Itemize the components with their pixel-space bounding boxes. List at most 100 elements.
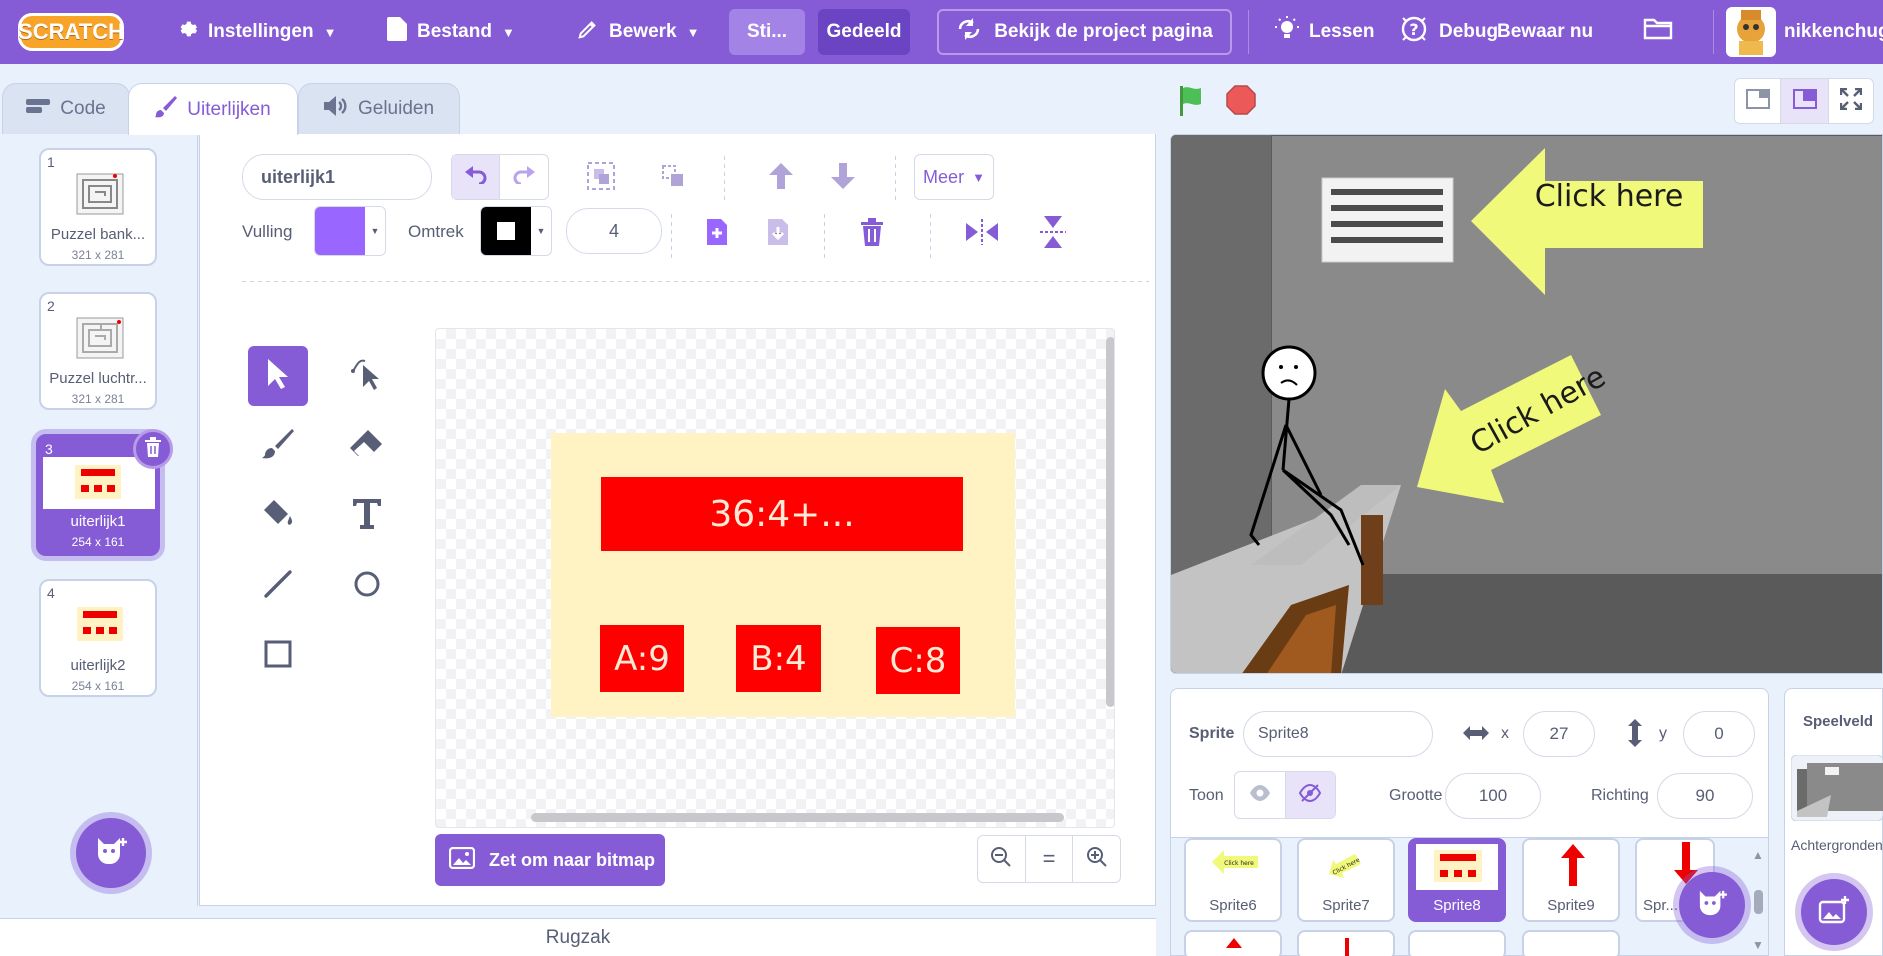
line-tool[interactable] (248, 556, 308, 616)
direction-input[interactable]: 90 (1657, 773, 1753, 819)
x-input[interactable]: 27 (1523, 711, 1595, 757)
size-input[interactable]: 100 (1445, 773, 1541, 819)
stage-target-panel[interactable]: Speelveld Achtergronden (1784, 688, 1883, 956)
undo-button[interactable] (452, 155, 501, 199)
more-dropdown[interactable]: Meer ▼ (914, 154, 994, 200)
lessons-button[interactable]: Lessen (1275, 0, 1374, 64)
scratch-logo[interactable]: SCRATCH (18, 13, 124, 51)
forward-button[interactable] (751, 148, 811, 208)
shared-button[interactable]: Gedeeld (818, 9, 910, 55)
costume-name: uiterlijk1 (70, 513, 126, 530)
y-label: y (1659, 725, 1667, 742)
sprite-tile-partial[interactable] (1522, 930, 1620, 956)
ungroup-button[interactable] (643, 148, 703, 208)
hide-button[interactable] (1285, 772, 1335, 818)
choose-backdrop-button[interactable] (1801, 879, 1867, 945)
image-icon (448, 846, 476, 874)
undo-redo-group (451, 154, 549, 200)
costume-list: ▲ ▼ 1 Puzzel bank... 321 x 281 2 Puzzel … (0, 134, 216, 906)
settings-menu[interactable]: Instellingen ▼ (176, 0, 336, 64)
username[interactable]: nikkenchug (1784, 0, 1883, 64)
file-menu[interactable]: Bestand ▼ (387, 0, 515, 64)
outline-width-input[interactable]: 4 (566, 208, 662, 254)
select-tool[interactable] (248, 346, 308, 406)
costume-dimensions: 254 x 161 (71, 535, 125, 549)
convert-to-bitmap-button[interactable]: Zet om naar bitmap (435, 834, 665, 886)
svg-text:?: ? (1409, 20, 1418, 39)
sprite-label: Sprite (1189, 725, 1235, 742)
toolbar-divider (724, 156, 725, 200)
delete-costume-button[interactable] (133, 429, 173, 469)
small-stage-button[interactable] (1735, 79, 1781, 123)
flip-horizontal-button[interactable] (952, 204, 1012, 264)
view-project-page-button[interactable]: Bekijk de project pagina (937, 9, 1232, 55)
sprite-list-scroll-up[interactable]: ▲ (1752, 848, 1764, 862)
backpack-bar[interactable]: Rugzak (0, 918, 1156, 956)
zoom-reset-button[interactable]: = (1026, 836, 1074, 882)
answer-b-box: B:4 (736, 625, 821, 692)
copy-button[interactable] (687, 204, 747, 264)
drawing-canvas[interactable]: 36:4+... A:9 B:4 C:8 (435, 328, 1115, 828)
large-stage-button[interactable] (1781, 79, 1829, 123)
sprite-thumbnail-text: Click here (1224, 860, 1254, 867)
style-button[interactable]: Sti... (729, 9, 805, 55)
horizontal-scrollbar[interactable] (531, 813, 1064, 822)
sprite-tile[interactable]: Click here Sprite6 (1184, 838, 1282, 922)
fill-tool[interactable] (248, 486, 308, 546)
text-tool[interactable] (337, 486, 397, 546)
zoom-out-button[interactable] (978, 836, 1026, 882)
sprite-tile-partial[interactable] (1408, 930, 1506, 956)
paste-button[interactable] (748, 204, 808, 264)
costume-item[interactable]: 2 Puzzel luchtr... 321 x 281 (39, 292, 157, 410)
stop-button[interactable] (1225, 84, 1257, 121)
debug-button[interactable]: ? Debug (1399, 0, 1498, 64)
zoom-in-button[interactable] (1073, 836, 1120, 882)
stage[interactable]: Click here Click here (1170, 134, 1883, 674)
outline-color-picker[interactable]: ▼ (480, 206, 552, 256)
sprite-tile-partial[interactable] (1184, 930, 1282, 956)
sprite-list-scrollbar[interactable] (1754, 890, 1763, 914)
lightbulb-icon (1275, 16, 1299, 48)
brush-tool[interactable] (248, 416, 308, 476)
delete-button[interactable] (842, 204, 902, 264)
my-stuff-button[interactable] (1643, 0, 1673, 64)
circle-tool[interactable] (337, 556, 397, 616)
green-flag-button[interactable] (1176, 84, 1210, 123)
vertical-scrollbar[interactable] (1106, 337, 1114, 707)
choose-costume-button[interactable] (76, 818, 146, 888)
tab-costumes[interactable]: Uiterlijken (128, 83, 298, 135)
show-button[interactable] (1235, 772, 1286, 818)
fullscreen-button[interactable] (1829, 79, 1873, 123)
eraser-tool[interactable] (337, 416, 397, 476)
rectangle-tool[interactable] (248, 626, 308, 686)
sprite-tile-partial[interactable] (1297, 930, 1395, 956)
costume-item[interactable]: 1 Puzzel bank... 321 x 281 (39, 148, 157, 266)
costume-name-input[interactable]: uiterlijk1 (242, 154, 432, 200)
copy-icon (704, 217, 730, 252)
costume-item-selected[interactable]: 3 uiterlijk1 254 x 161 (36, 429, 173, 556)
reshape-tool[interactable] (337, 346, 397, 406)
costume-item[interactable]: 4 uiterlijk2 254 x 161 (39, 579, 157, 697)
flip-vertical-button[interactable] (1023, 204, 1083, 264)
small-stage-icon (1745, 88, 1770, 114)
zoom-controls: = (977, 835, 1121, 883)
edit-menu[interactable]: Bewerk ▼ (577, 0, 699, 64)
brush-icon (155, 95, 178, 124)
group-button[interactable] (571, 148, 631, 208)
redo-button[interactable] (500, 155, 548, 199)
avatar[interactable] (1726, 7, 1776, 57)
tab-code[interactable]: Code (2, 83, 130, 135)
backward-button[interactable] (813, 148, 873, 208)
sprite-tile[interactable]: Sprite9 (1522, 838, 1620, 922)
fill-color-picker[interactable]: ▼ (314, 206, 386, 256)
sprite-tile-selected[interactable]: Sprite8 (1408, 838, 1506, 922)
sprite-list-scroll-down[interactable]: ▼ (1752, 938, 1764, 952)
choose-sprite-button[interactable] (1679, 872, 1745, 938)
save-now-button[interactable]: Bewaar nu (1497, 0, 1593, 64)
y-input[interactable]: 0 (1683, 711, 1755, 757)
costume-number: 4 (47, 585, 55, 601)
sprite-name-input[interactable]: Sprite8 (1243, 711, 1433, 757)
sprite-tile[interactable]: Click here Sprite7 (1297, 838, 1395, 922)
tab-sounds[interactable]: Geluiden (298, 83, 460, 135)
eraser-icon (350, 429, 384, 463)
